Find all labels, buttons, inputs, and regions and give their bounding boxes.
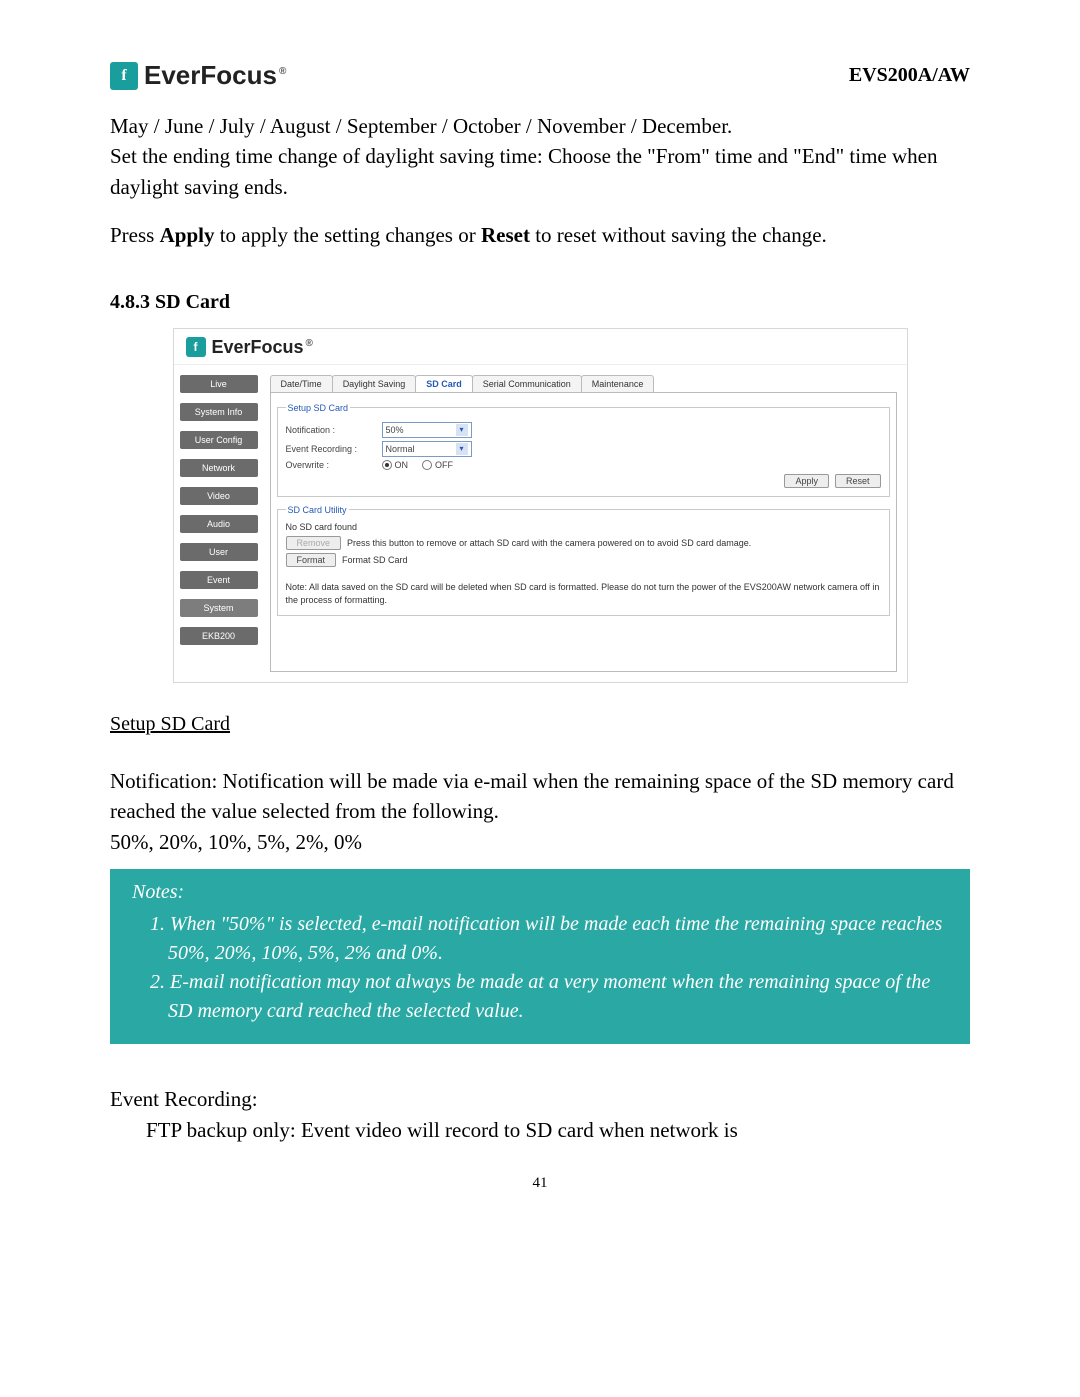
remove-button[interactable]: Remove [286, 536, 342, 550]
brand-name: EverFocus® [144, 60, 286, 91]
subheading-setup: Setup SD Card [110, 713, 970, 736]
brand-logo: f EverFocus® [110, 60, 286, 91]
ss-header: f EverFocus® [174, 329, 907, 365]
section-title: 4.8.3 SD Card [110, 291, 970, 314]
radio-overwrite-on[interactable]: ON [382, 460, 409, 470]
chevron-down-icon: ▾ [456, 424, 468, 436]
chevron-down-icon: ▾ [456, 443, 468, 455]
no-card-text: No SD card found [286, 521, 881, 534]
event-heading: Event Recording: [110, 1084, 970, 1114]
body-line-3: Press Apply to apply the setting changes… [110, 220, 970, 250]
sidebar-item-live[interactable]: Live [180, 375, 258, 393]
notes-item-1: 1. When "50%" is selected, e-mail notifi… [150, 910, 948, 968]
format-button[interactable]: Format [286, 553, 337, 567]
fieldset-utility: SD Card Utility No SD card found Remove … [277, 505, 890, 616]
remove-desc: Press this button to remove or attach SD… [347, 537, 751, 550]
notes-title: Notes: [132, 881, 948, 904]
ss-brand: EverFocus® [212, 337, 313, 358]
notification-para2: 50%, 20%, 10%, 5%, 2%, 0% [110, 827, 970, 857]
body-line-1: May / June / July / August / September /… [110, 111, 970, 141]
tab-serial[interactable]: Serial Communication [472, 375, 582, 392]
ss-tabs: Date/Time Daylight Saving SD Card Serial… [270, 375, 897, 392]
page-header: f EverFocus® EVS200A/AW [110, 60, 970, 91]
notes-item-2: 2. E-mail notification may not always be… [150, 968, 948, 1026]
sidebar-item-audio[interactable]: Audio [180, 515, 258, 533]
label-eventrecording: Event Recording : [286, 444, 376, 454]
sidebar-item-network[interactable]: Network [180, 459, 258, 477]
notes-box: Notes: 1. When "50%" is selected, e-mail… [110, 869, 970, 1044]
tab-maintenance[interactable]: Maintenance [581, 375, 655, 392]
event-para: FTP backup only: Event video will record… [146, 1115, 970, 1145]
legend-setup: Setup SD Card [286, 403, 351, 413]
ss-logo-icon: f [186, 337, 206, 357]
tab-daylight[interactable]: Daylight Saving [332, 375, 417, 392]
reset-button[interactable]: Reset [835, 474, 881, 488]
tab-datetime[interactable]: Date/Time [270, 375, 333, 392]
body-line-2: Set the ending time change of daylight s… [110, 141, 970, 202]
fieldset-setup: Setup SD Card Notification : 50% ▾ Event… [277, 403, 890, 497]
sidebar-item-ekb200[interactable]: EKB200 [180, 627, 258, 645]
config-screenshot: f EverFocus® Live System Info User Confi… [173, 328, 908, 683]
format-desc: Format SD Card [342, 554, 408, 567]
page-number: 41 [110, 1175, 970, 1192]
sidebar-item-system[interactable]: System [180, 599, 258, 617]
logo-icon: f [110, 62, 138, 90]
notification-para1: Notification: Notification will be made … [110, 766, 970, 827]
select-notification[interactable]: 50% ▾ [382, 422, 472, 438]
sidebar-item-user[interactable]: User [180, 543, 258, 561]
label-notification: Notification : [286, 425, 376, 435]
model-label: EVS200A/AW [849, 64, 970, 87]
sidebar-item-event[interactable]: Event [180, 571, 258, 589]
tab-sdcard[interactable]: SD Card [415, 375, 473, 392]
label-overwrite: Overwrite : [286, 460, 376, 470]
sidebar-item-systeminfo[interactable]: System Info [180, 403, 258, 421]
ss-sidebar: Live System Info User Config Network Vid… [174, 365, 264, 682]
apply-button[interactable]: Apply [784, 474, 829, 488]
sidebar-item-userconfig[interactable]: User Config [180, 431, 258, 449]
sidebar-item-video[interactable]: Video [180, 487, 258, 505]
utility-note: Note: All data saved on the SD card will… [286, 581, 881, 606]
legend-utility: SD Card Utility [286, 505, 349, 515]
select-eventrecording[interactable]: Normal ▾ [382, 441, 472, 457]
radio-overwrite-off[interactable]: OFF [422, 460, 453, 470]
